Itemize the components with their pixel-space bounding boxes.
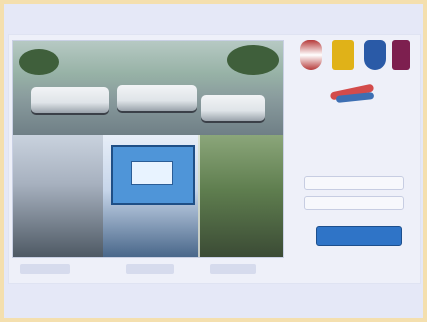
crest-logo-icon <box>364 40 386 70</box>
caption-bar <box>210 264 256 274</box>
tree-shape <box>19 49 59 75</box>
shield-logo-icon <box>300 40 322 70</box>
sign-board <box>111 145 195 205</box>
bus-shape <box>201 95 265 121</box>
tree-shape <box>227 45 279 75</box>
login-panel <box>292 40 415 280</box>
caption-bar <box>126 264 174 274</box>
bus-shape <box>31 87 109 113</box>
password-field[interactable] <box>304 196 404 210</box>
street-photo <box>198 135 283 257</box>
photo-collage <box>12 40 284 258</box>
bus-shape <box>117 85 197 111</box>
username-field[interactable] <box>304 176 404 190</box>
swoosh-emblem-icon <box>324 82 380 104</box>
badge-logo-icon <box>392 40 410 70</box>
building-photo <box>13 135 103 257</box>
caption-bar <box>20 264 70 274</box>
emblem-logo-icon <box>332 40 354 70</box>
photo-divider <box>198 135 200 257</box>
login-button[interactable] <box>316 226 402 246</box>
